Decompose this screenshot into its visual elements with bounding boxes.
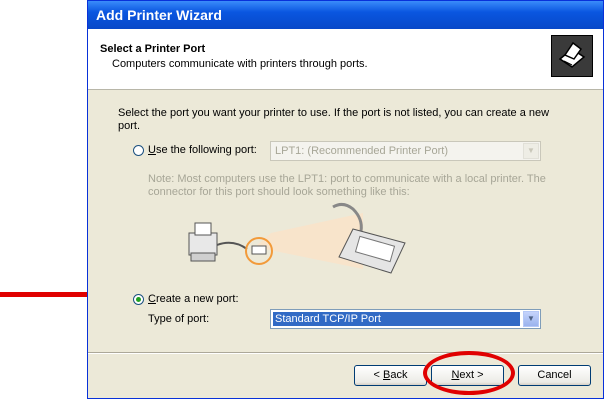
connector-illustration [183,199,423,281]
port-type-select[interactable]: Standard TCP/IP Port ▼ [270,309,541,329]
port-type-label: Type of port: [148,313,210,325]
back-button[interactable]: < Back [354,365,427,386]
page-subtitle: Computers communicate with printers thro… [112,58,368,70]
use-port-label[interactable]: Use the following port: [148,144,257,156]
wizard-window: Add Printer Wizard Select a Printer Port… [87,0,604,399]
port-select[interactable]: LPT1: (Recommended Printer Port) ▼ [270,141,541,161]
button-separator [88,352,603,354]
chevron-down-icon: ▼ [523,143,539,159]
cancel-button[interactable]: Cancel [518,365,591,386]
annotation-circle [423,351,515,395]
page-title: Select a Printer Port [100,43,206,55]
intro-text: Select the port you want your printer to… [118,107,550,132]
port-note: Note: Most computers use the LPT1: port … [148,173,546,198]
chevron-down-icon: ▼ [523,311,539,327]
window-title[interactable]: Add Printer Wizard [88,1,603,29]
printer-icon [551,35,593,77]
port-type-value: Standard TCP/IP Port [273,312,520,326]
port-select-value: LPT1: (Recommended Printer Port) [275,145,449,157]
create-port-label[interactable]: Create a new port: [148,293,239,305]
wizard-header: Select a Printer Port Computers communic… [88,29,603,90]
create-port-radio[interactable] [133,294,144,305]
use-port-radio[interactable] [133,145,144,156]
